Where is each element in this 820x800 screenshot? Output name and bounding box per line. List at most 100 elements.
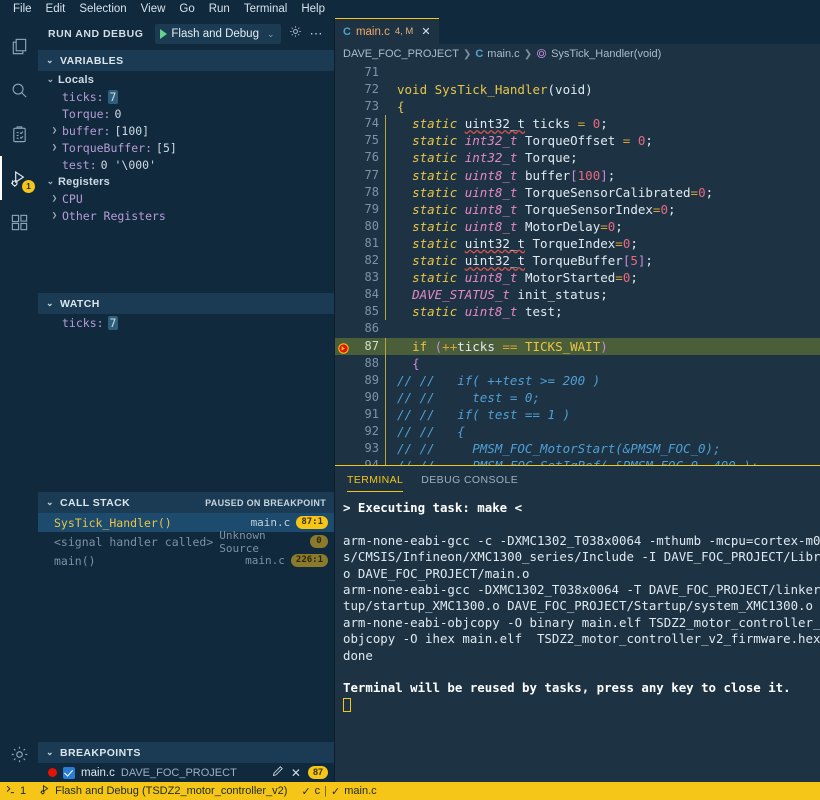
section-header-variables[interactable]: ⌄ VARIABLES	[38, 50, 334, 71]
menu-item-view[interactable]: View	[134, 0, 173, 18]
menu-item-selection[interactable]: Selection	[72, 0, 133, 18]
debug-settings-icon[interactable]	[289, 25, 302, 43]
code-line[interactable]: 76 static int32_t Torque;	[335, 149, 820, 167]
menu-item-run[interactable]: Run	[202, 0, 237, 18]
breakpoint-row[interactable]: main.c DAVE_FOC_PROJECT ✕ 87	[38, 763, 334, 782]
close-icon[interactable]: ✕	[421, 25, 430, 38]
menu-item-go[interactable]: Go	[172, 0, 201, 18]
variable-row[interactable]: ❯ buffer: [100]	[38, 122, 334, 139]
section-header-watch[interactable]: ⌄ WATCH	[38, 293, 334, 314]
editor-gutter[interactable]	[335, 184, 353, 201]
editor-gutter[interactable]	[335, 115, 353, 132]
breadcrumb-item-symbol[interactable]: SysTick_Handler(void)	[551, 48, 661, 60]
editor-gutter[interactable]	[335, 320, 353, 337]
code-line[interactable]: 71	[335, 64, 820, 81]
status-problems[interactable]: 1	[0, 782, 33, 800]
code-line[interactable]: 92 // // {	[335, 422, 820, 441]
code-line[interactable]: 81 static uint32_t TorqueIndex=0;	[335, 234, 820, 253]
section-header-callstack[interactable]: ⌄ CALL STACK PAUSED ON BREAKPOINT	[38, 492, 334, 513]
editor-gutter[interactable]	[335, 218, 353, 235]
variable-row[interactable]: ❯ Other Registers	[38, 207, 334, 224]
watch-row[interactable]: ticks: 7	[38, 314, 334, 331]
launch-config-selector[interactable]: Flash and Debug ⌄	[155, 24, 281, 44]
menu-item-terminal[interactable]: Terminal	[237, 0, 294, 18]
close-icon[interactable]: ✕	[291, 766, 301, 780]
editor-gutter[interactable]	[335, 167, 353, 184]
code-line[interactable]: 74 static uint32_t ticks = 0;	[335, 115, 820, 133]
breakpoint-current-icon[interactable]	[338, 341, 349, 354]
editor-gutter[interactable]	[335, 355, 353, 372]
tab-debug-console[interactable]: DEBUG CONSOLE	[421, 466, 518, 494]
code-line[interactable]: 73 {	[335, 98, 820, 115]
activity-item-source-control[interactable]	[0, 112, 38, 156]
editor-gutter[interactable]	[335, 372, 353, 389]
status-debug-session[interactable]: Flash and Debug (TSDZ2_motor_controller_…	[33, 782, 294, 800]
editor-gutter[interactable]	[335, 149, 353, 166]
chevron-right-icon[interactable]: ❯	[48, 143, 61, 153]
activity-item-run-and-debug[interactable]: 1	[0, 156, 38, 200]
activity-item-manage[interactable]	[0, 732, 38, 776]
code-line[interactable]: 85 static uint8_t test;	[335, 303, 820, 321]
editor-gutter[interactable]	[335, 457, 353, 465]
editor-gutter[interactable]	[335, 440, 353, 457]
editor-gutter[interactable]	[335, 303, 353, 320]
variables-group-registers[interactable]: ⌄ Registers	[38, 173, 334, 190]
terminal-output[interactable]: > Executing task: make < arm-none-eabi-g…	[335, 494, 820, 782]
code-line[interactable]: 80 static uint8_t MotorDelay=0;	[335, 217, 820, 235]
editor-gutter[interactable]	[335, 98, 353, 115]
variables-group-locals[interactable]: ⌄ Locals	[38, 71, 334, 88]
editor-gutter[interactable]	[335, 286, 353, 303]
code-line[interactable]: 94 // // PMSM_FOC_SetIqRef( &PMSM_FOC_0, …	[335, 457, 820, 465]
editor-tab-main-c[interactable]: C main.c 4, M ✕	[335, 18, 439, 44]
code-line[interactable]: 83 static uint8_t MotorStarted=0;	[335, 269, 820, 287]
code-line[interactable]: 79 static uint8_t TorqueSensorIndex=0;	[335, 200, 820, 218]
chevron-right-icon[interactable]: ❯	[48, 126, 61, 136]
editor-gutter[interactable]	[335, 406, 353, 423]
code-line[interactable]: 89 // // if( ++test >= 200 )	[335, 371, 820, 389]
menu-item-help[interactable]: Help	[294, 0, 332, 18]
chevron-down-icon[interactable]: ⌄	[263, 29, 279, 40]
pencil-icon[interactable]	[272, 765, 284, 780]
status-c-indicator[interactable]: ✓ c | ✓ main.c	[294, 782, 383, 800]
variable-row[interactable]: ❯ TorqueBuffer: [5]	[38, 139, 334, 156]
code-line[interactable]: 72 void SysTick_Handler(void)	[335, 81, 820, 98]
code-line[interactable]: 78 static uint8_t TorqueSensorCalibrated…	[335, 183, 820, 201]
variable-row[interactable]: ❯Torque:0	[38, 105, 334, 122]
editor-gutter[interactable]	[335, 423, 353, 440]
code-line[interactable]: 90 // // test = 0;	[335, 388, 820, 406]
activity-item-search[interactable]	[0, 68, 38, 112]
section-header-breakpoints[interactable]: ⌄ BREAKPOINTS	[38, 742, 334, 763]
breadcrumb-item-project[interactable]: DAVE_FOC_PROJECT	[343, 48, 459, 60]
editor-gutter[interactable]	[335, 81, 353, 98]
editor-gutter[interactable]	[335, 132, 353, 149]
code-line[interactable]: 82 static uint32_t TorqueBuffer[5];	[335, 252, 820, 270]
breakpoint-checkbox[interactable]	[63, 766, 75, 779]
code-line[interactable]: 77 static uint8_t buffer[100];	[335, 166, 820, 184]
editor-gutter[interactable]	[335, 235, 353, 252]
editor-gutter[interactable]	[335, 269, 353, 286]
code-line[interactable]: 91 // // if( test == 1 )	[335, 405, 820, 423]
editor-gutter[interactable]	[335, 64, 353, 81]
code-line[interactable]: 75 static int32_t TorqueOffset = 0;	[335, 132, 820, 150]
ellipsis-icon[interactable]: ⋯	[310, 26, 326, 42]
code-line-current[interactable]: 87 if (++ticks == TICKS_WAIT)	[335, 337, 820, 355]
chevron-right-icon[interactable]: ❯	[48, 211, 61, 221]
editor-gutter[interactable]	[335, 338, 353, 355]
menu-item-file[interactable]: File	[6, 0, 39, 18]
variable-row[interactable]: ❯ CPU	[38, 190, 334, 207]
code-line[interactable]: 93 // // PMSM_FOC_MotorStart(&PMSM_FOC_0)…	[335, 440, 820, 458]
activity-item-explorer[interactable]	[0, 24, 38, 68]
variable-row[interactable]: ❯test:0 '\000'	[38, 156, 334, 173]
editor-gutter[interactable]	[335, 201, 353, 218]
chevron-right-icon[interactable]: ❯	[48, 194, 61, 204]
variable-row[interactable]: ❯ticks:7	[38, 88, 334, 105]
editor-gutter[interactable]	[335, 389, 353, 406]
code-editor[interactable]: 71 72 void SysTick_Handler(void) 73 {74 stat…	[335, 64, 820, 466]
activity-item-extensions[interactable]	[0, 200, 38, 244]
callstack-frame[interactable]: <signal handler called> Unknown Source 0	[38, 529, 334, 555]
editor-gutter[interactable]	[335, 252, 353, 269]
play-icon[interactable]	[160, 29, 168, 39]
breadcrumb-item-file[interactable]: main.c	[487, 48, 519, 60]
menu-item-edit[interactable]: Edit	[39, 0, 73, 18]
code-line[interactable]: 84 DAVE_STATUS_t init_status;	[335, 286, 820, 304]
